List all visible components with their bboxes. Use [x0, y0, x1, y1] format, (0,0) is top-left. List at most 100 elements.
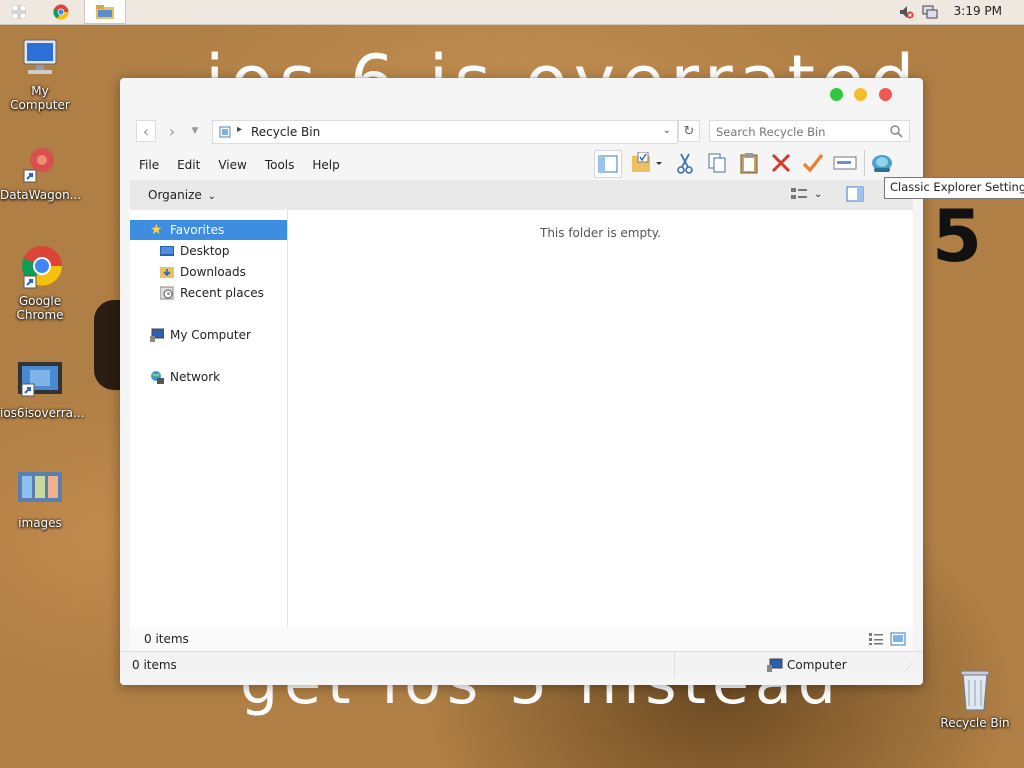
file-list-area[interactable]: This folder is empty.: [288, 210, 913, 627]
desktop-icon-label: Google Chrome: [16, 294, 64, 322]
checkmark-icon: [802, 153, 824, 173]
start-button[interactable]: [4, 0, 34, 24]
navigation-pane-icon: [598, 155, 618, 173]
image-file-icon: [18, 362, 62, 397]
refresh-button[interactable]: ↻: [678, 120, 700, 142]
toolbar: [594, 150, 895, 180]
large-icons-view-icon[interactable]: [890, 632, 906, 646]
downloads-folder-icon: [160, 267, 174, 278]
desktop-icon-images[interactable]: images: [0, 466, 80, 530]
folder-check-icon: [632, 152, 662, 172]
breadcrumb-separator-icon: ▸: [237, 124, 243, 135]
address-bar[interactable]: ▸ Recycle Bin ⌄: [212, 120, 678, 144]
desktop-icon-google-chrome[interactable]: Google Chrome: [0, 244, 80, 322]
navigation-pane: ★ Favorites Desktop Downloads Recent pla…: [130, 210, 288, 627]
nav-label: Network: [170, 370, 221, 384]
windows-icon: [12, 5, 26, 19]
minimize-button[interactable]: [854, 88, 867, 101]
recycle-bin-icon: [960, 670, 990, 711]
preview-pane-icon[interactable]: [846, 186, 864, 202]
network-globe-icon: [151, 371, 164, 384]
menu-help[interactable]: Help: [303, 154, 348, 176]
change-view-button[interactable]: ⌄: [790, 186, 822, 202]
clipboard-icon: [740, 153, 758, 174]
status-divider: [674, 652, 675, 678]
delete-button[interactable]: [768, 150, 794, 176]
taskbar: 3:19 PM: [0, 0, 1024, 25]
nav-item-recent-places[interactable]: Recent places: [130, 283, 287, 303]
nav-item-downloads[interactable]: Downloads: [130, 262, 287, 282]
details-view-icon[interactable]: [868, 632, 884, 646]
desktop-icon-label: DataWagon...: [0, 188, 82, 202]
menu-file[interactable]: File: [130, 154, 168, 176]
recycle-bin-small-icon: [219, 126, 231, 138]
menu-edit[interactable]: Edit: [168, 154, 209, 176]
rename-button[interactable]: [832, 150, 858, 176]
computer-icon: [150, 328, 164, 342]
folder-images-icon: [18, 472, 62, 502]
chrome-icon: [22, 246, 62, 289]
chevron-right-icon: ›: [168, 121, 176, 141]
refresh-icon: ↻: [683, 123, 695, 139]
classic-explorer-settings-button[interactable]: [864, 150, 895, 176]
item-count: 0 items: [144, 632, 189, 646]
chevron-down-icon: ⌄: [814, 188, 823, 200]
breadcrumb-location[interactable]: Recycle Bin: [251, 125, 320, 139]
search-input[interactable]: [710, 121, 892, 143]
nav-label: Favorites: [170, 223, 225, 237]
organize-label: Organize: [148, 188, 202, 202]
back-button[interactable]: ‹: [136, 120, 156, 142]
desktop-icon-datawagon[interactable]: DataWagon...: [0, 138, 82, 202]
copy-button[interactable]: [704, 150, 730, 176]
taskbar-explorer-button[interactable]: [84, 0, 126, 24]
nav-item-favorites[interactable]: ★ Favorites: [130, 220, 287, 240]
select-button[interactable]: [800, 150, 826, 176]
menu-tools[interactable]: Tools: [256, 154, 304, 176]
command-bar: Organize ⌄ ⌄: [130, 180, 913, 210]
chrome-icon: [53, 4, 69, 20]
nav-label: My Computer: [170, 328, 251, 342]
search-icon[interactable]: [890, 125, 903, 138]
chevron-left-icon: ‹: [142, 121, 150, 141]
computer-icon: [767, 658, 783, 672]
volume-muted-icon[interactable]: [898, 4, 914, 20]
desktop-icon-recycle-bin[interactable]: Recycle Bin: [935, 666, 1015, 730]
desktop-icon-ios6isoverrated[interactable]: ios6isoverra...: [0, 356, 84, 420]
nav-item-my-computer[interactable]: My Computer: [130, 325, 287, 345]
status-item-count: 0 items: [132, 658, 177, 672]
desktop-icon-label: images: [18, 516, 62, 530]
datawagon-icon: [23, 148, 54, 183]
search-box[interactable]: [709, 120, 910, 143]
organize-button[interactable]: Organize ⌄: [148, 188, 216, 202]
paste-button[interactable]: [736, 150, 762, 176]
explorer-window: ‹ › ▼ ▸ Recycle Bin ⌄ ↻ File Edit View T…: [120, 78, 923, 685]
maximize-button[interactable]: [830, 88, 843, 101]
nav-item-desktop[interactable]: Desktop: [130, 241, 287, 261]
move-to-button[interactable]: [628, 150, 666, 176]
wallpaper-number: 5: [932, 194, 983, 278]
cut-button[interactable]: [672, 150, 698, 176]
status-bar: 0 items Computer ⋰: [120, 651, 923, 678]
taskbar-chrome-button[interactable]: [40, 0, 82, 24]
recent-pages-button[interactable]: ▼: [188, 120, 202, 142]
chevron-down-icon: ▼: [191, 126, 199, 136]
forward-button[interactable]: ›: [162, 120, 182, 142]
menu-view[interactable]: View: [209, 154, 255, 176]
close-button[interactable]: [879, 88, 892, 101]
resize-grip-icon[interactable]: ⋰: [905, 662, 913, 671]
shell-icon: [872, 155, 892, 172]
menu-bar: File Edit View Tools Help: [130, 154, 349, 176]
taskbar-clock[interactable]: 3:19 PM: [954, 4, 1002, 18]
address-dropdown-icon[interactable]: ⌄: [663, 125, 671, 136]
rename-icon: [833, 156, 857, 170]
recent-places-icon: [160, 286, 174, 300]
delete-x-icon: [771, 153, 791, 173]
chevron-down-icon: ⌄: [207, 191, 216, 202]
empty-folder-message: This folder is empty.: [540, 226, 661, 240]
computer-icon: [23, 39, 57, 74]
desktop-icon-my-computer[interactable]: My Computer: [0, 34, 80, 112]
copy-icon: [708, 153, 726, 173]
network-icon[interactable]: [922, 4, 938, 20]
nav-item-network[interactable]: Network: [130, 367, 287, 387]
navigation-pane-button[interactable]: [594, 150, 622, 178]
